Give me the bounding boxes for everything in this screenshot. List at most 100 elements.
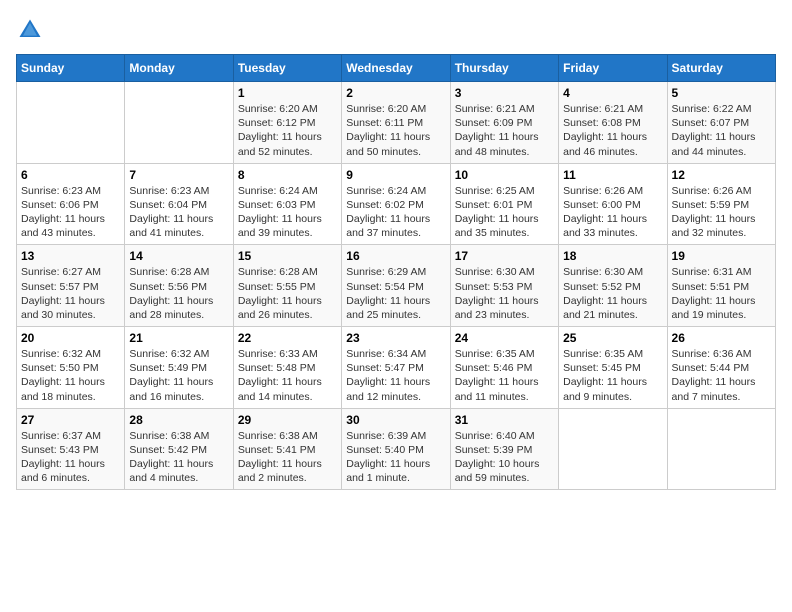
day-info: Sunrise: 6:36 AMSunset: 5:44 PMDaylight:… — [672, 347, 771, 404]
day-info: Sunrise: 6:26 AMSunset: 6:00 PMDaylight:… — [563, 184, 662, 241]
calendar-cell: 11 Sunrise: 6:26 AMSunset: 6:00 PMDaylig… — [559, 163, 667, 245]
day-number: 9 — [346, 168, 445, 182]
calendar-week-row: 1 Sunrise: 6:20 AMSunset: 6:12 PMDayligh… — [17, 82, 776, 164]
day-number: 25 — [563, 331, 662, 345]
day-number: 15 — [238, 249, 337, 263]
day-number: 8 — [238, 168, 337, 182]
calendar-cell: 17 Sunrise: 6:30 AMSunset: 5:53 PMDaylig… — [450, 245, 558, 327]
day-number: 26 — [672, 331, 771, 345]
calendar-cell: 25 Sunrise: 6:35 AMSunset: 5:45 PMDaylig… — [559, 327, 667, 409]
day-info: Sunrise: 6:24 AMSunset: 6:03 PMDaylight:… — [238, 184, 337, 241]
calendar-cell: 31 Sunrise: 6:40 AMSunset: 5:39 PMDaylig… — [450, 408, 558, 490]
day-of-week-header: Monday — [125, 55, 233, 82]
day-number: 6 — [21, 168, 120, 182]
calendar-cell — [667, 408, 775, 490]
calendar-cell: 10 Sunrise: 6:25 AMSunset: 6:01 PMDaylig… — [450, 163, 558, 245]
calendar-cell: 7 Sunrise: 6:23 AMSunset: 6:04 PMDayligh… — [125, 163, 233, 245]
day-number: 29 — [238, 413, 337, 427]
day-info: Sunrise: 6:38 AMSunset: 5:41 PMDaylight:… — [238, 429, 337, 486]
day-of-week-header: Friday — [559, 55, 667, 82]
day-info: Sunrise: 6:34 AMSunset: 5:47 PMDaylight:… — [346, 347, 445, 404]
day-number: 14 — [129, 249, 228, 263]
calendar-cell: 9 Sunrise: 6:24 AMSunset: 6:02 PMDayligh… — [342, 163, 450, 245]
day-info: Sunrise: 6:25 AMSunset: 6:01 PMDaylight:… — [455, 184, 554, 241]
calendar-cell: 18 Sunrise: 6:30 AMSunset: 5:52 PMDaylig… — [559, 245, 667, 327]
day-number: 17 — [455, 249, 554, 263]
day-info: Sunrise: 6:24 AMSunset: 6:02 PMDaylight:… — [346, 184, 445, 241]
calendar-cell: 5 Sunrise: 6:22 AMSunset: 6:07 PMDayligh… — [667, 82, 775, 164]
day-number: 21 — [129, 331, 228, 345]
day-info: Sunrise: 6:27 AMSunset: 5:57 PMDaylight:… — [21, 265, 120, 322]
day-number: 13 — [21, 249, 120, 263]
calendar-cell: 29 Sunrise: 6:38 AMSunset: 5:41 PMDaylig… — [233, 408, 341, 490]
calendar-cell: 2 Sunrise: 6:20 AMSunset: 6:11 PMDayligh… — [342, 82, 450, 164]
calendar-cell — [125, 82, 233, 164]
calendar-cell: 24 Sunrise: 6:35 AMSunset: 5:46 PMDaylig… — [450, 327, 558, 409]
day-info: Sunrise: 6:32 AMSunset: 5:49 PMDaylight:… — [129, 347, 228, 404]
calendar-cell: 27 Sunrise: 6:37 AMSunset: 5:43 PMDaylig… — [17, 408, 125, 490]
calendar-cell: 23 Sunrise: 6:34 AMSunset: 5:47 PMDaylig… — [342, 327, 450, 409]
day-info: Sunrise: 6:37 AMSunset: 5:43 PMDaylight:… — [21, 429, 120, 486]
calendar-cell: 8 Sunrise: 6:24 AMSunset: 6:03 PMDayligh… — [233, 163, 341, 245]
page-header — [16, 16, 776, 44]
day-info: Sunrise: 6:28 AMSunset: 5:56 PMDaylight:… — [129, 265, 228, 322]
day-number: 23 — [346, 331, 445, 345]
calendar-cell: 3 Sunrise: 6:21 AMSunset: 6:09 PMDayligh… — [450, 82, 558, 164]
day-info: Sunrise: 6:22 AMSunset: 6:07 PMDaylight:… — [672, 102, 771, 159]
day-number: 1 — [238, 86, 337, 100]
day-of-week-header: Tuesday — [233, 55, 341, 82]
calendar-week-row: 13 Sunrise: 6:27 AMSunset: 5:57 PMDaylig… — [17, 245, 776, 327]
day-of-week-header: Sunday — [17, 55, 125, 82]
calendar-cell: 4 Sunrise: 6:21 AMSunset: 6:08 PMDayligh… — [559, 82, 667, 164]
day-info: Sunrise: 6:23 AMSunset: 6:06 PMDaylight:… — [21, 184, 120, 241]
logo — [16, 16, 48, 44]
day-of-week-header: Saturday — [667, 55, 775, 82]
day-of-week-header: Thursday — [450, 55, 558, 82]
calendar-week-row: 20 Sunrise: 6:32 AMSunset: 5:50 PMDaylig… — [17, 327, 776, 409]
day-info: Sunrise: 6:21 AMSunset: 6:09 PMDaylight:… — [455, 102, 554, 159]
day-info: Sunrise: 6:35 AMSunset: 5:46 PMDaylight:… — [455, 347, 554, 404]
day-info: Sunrise: 6:40 AMSunset: 5:39 PMDaylight:… — [455, 429, 554, 486]
day-number: 10 — [455, 168, 554, 182]
calendar-cell: 1 Sunrise: 6:20 AMSunset: 6:12 PMDayligh… — [233, 82, 341, 164]
day-number: 11 — [563, 168, 662, 182]
day-number: 27 — [21, 413, 120, 427]
day-info: Sunrise: 6:33 AMSunset: 5:48 PMDaylight:… — [238, 347, 337, 404]
logo-icon — [16, 16, 44, 44]
calendar-cell: 20 Sunrise: 6:32 AMSunset: 5:50 PMDaylig… — [17, 327, 125, 409]
day-info: Sunrise: 6:30 AMSunset: 5:52 PMDaylight:… — [563, 265, 662, 322]
calendar-cell: 6 Sunrise: 6:23 AMSunset: 6:06 PMDayligh… — [17, 163, 125, 245]
calendar-cell: 26 Sunrise: 6:36 AMSunset: 5:44 PMDaylig… — [667, 327, 775, 409]
calendar-cell — [17, 82, 125, 164]
day-of-week-header: Wednesday — [342, 55, 450, 82]
day-number: 3 — [455, 86, 554, 100]
calendar-table: SundayMondayTuesdayWednesdayThursdayFrid… — [16, 54, 776, 490]
calendar-cell: 12 Sunrise: 6:26 AMSunset: 5:59 PMDaylig… — [667, 163, 775, 245]
day-number: 12 — [672, 168, 771, 182]
calendar-cell: 14 Sunrise: 6:28 AMSunset: 5:56 PMDaylig… — [125, 245, 233, 327]
day-info: Sunrise: 6:21 AMSunset: 6:08 PMDaylight:… — [563, 102, 662, 159]
day-number: 24 — [455, 331, 554, 345]
calendar-cell: 15 Sunrise: 6:28 AMSunset: 5:55 PMDaylig… — [233, 245, 341, 327]
day-number: 22 — [238, 331, 337, 345]
day-number: 28 — [129, 413, 228, 427]
calendar-cell: 21 Sunrise: 6:32 AMSunset: 5:49 PMDaylig… — [125, 327, 233, 409]
calendar-cell: 16 Sunrise: 6:29 AMSunset: 5:54 PMDaylig… — [342, 245, 450, 327]
calendar-cell — [559, 408, 667, 490]
day-number: 19 — [672, 249, 771, 263]
day-number: 30 — [346, 413, 445, 427]
day-number: 5 — [672, 86, 771, 100]
day-info: Sunrise: 6:30 AMSunset: 5:53 PMDaylight:… — [455, 265, 554, 322]
day-info: Sunrise: 6:38 AMSunset: 5:42 PMDaylight:… — [129, 429, 228, 486]
day-number: 4 — [563, 86, 662, 100]
day-info: Sunrise: 6:20 AMSunset: 6:11 PMDaylight:… — [346, 102, 445, 159]
calendar-week-row: 27 Sunrise: 6:37 AMSunset: 5:43 PMDaylig… — [17, 408, 776, 490]
calendar-header-row: SundayMondayTuesdayWednesdayThursdayFrid… — [17, 55, 776, 82]
day-number: 7 — [129, 168, 228, 182]
day-number: 20 — [21, 331, 120, 345]
calendar-week-row: 6 Sunrise: 6:23 AMSunset: 6:06 PMDayligh… — [17, 163, 776, 245]
day-info: Sunrise: 6:23 AMSunset: 6:04 PMDaylight:… — [129, 184, 228, 241]
calendar-cell: 30 Sunrise: 6:39 AMSunset: 5:40 PMDaylig… — [342, 408, 450, 490]
calendar-cell: 22 Sunrise: 6:33 AMSunset: 5:48 PMDaylig… — [233, 327, 341, 409]
day-number: 16 — [346, 249, 445, 263]
